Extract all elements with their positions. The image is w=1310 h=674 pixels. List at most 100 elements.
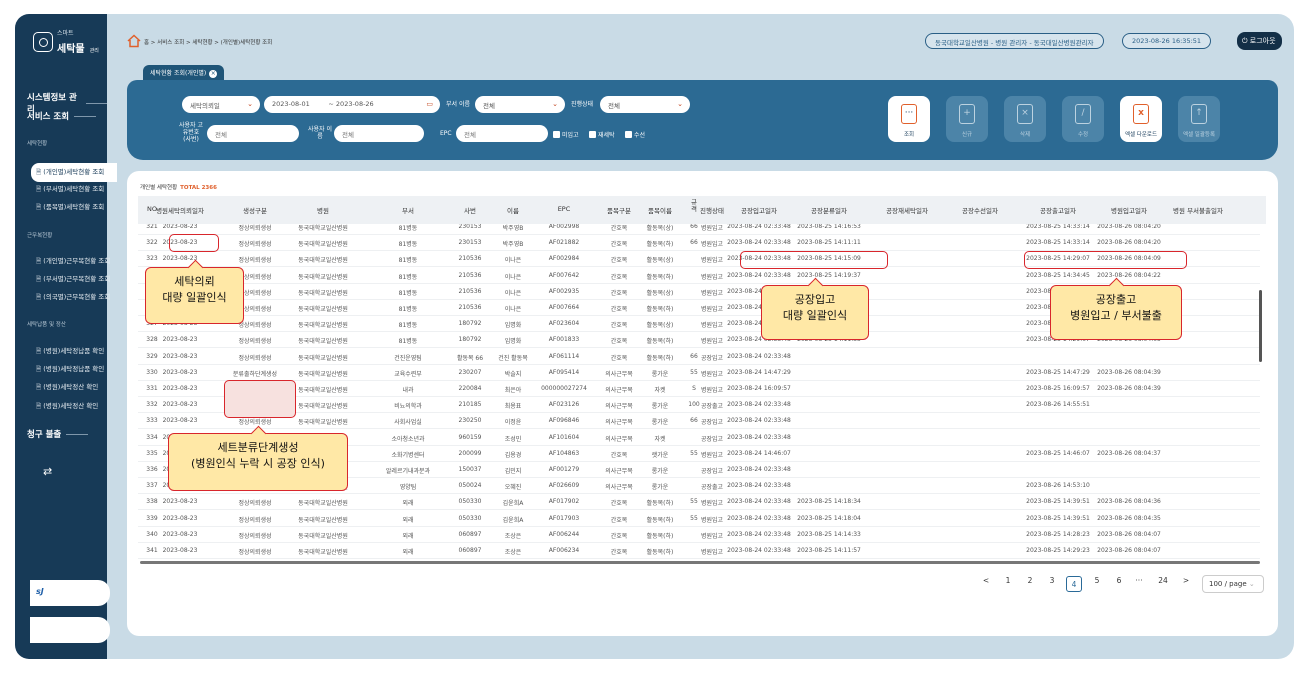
page-6[interactable]: 6 <box>1111 576 1127 585</box>
prev-page-button[interactable]: < <box>978 576 994 585</box>
column-header[interactable]: 공장재세탁일자 <box>870 205 944 215</box>
column-header[interactable]: 공장입고일자 <box>722 205 796 215</box>
table-cell: 간호복 <box>610 451 628 459</box>
search-button[interactable]: 조회 <box>888 96 930 142</box>
table-cell: 분류출하단계생성 <box>232 370 278 378</box>
column-header[interactable]: 공장수선일자 <box>943 205 1017 215</box>
table-row[interactable]: 340 2023-08-23 정상의뢰생성 동국대학교일산병원 외래 060897 조상은 A… <box>138 527 1260 543</box>
dept-select[interactable]: 전체 ⌄ <box>475 96 565 113</box>
table-cell: 정상의뢰생성 <box>238 257 272 265</box>
column-header[interactable]: 품목이름 <box>640 205 680 215</box>
page-3[interactable]: 3 <box>1044 576 1060 585</box>
table-row[interactable]: 322 2023-08-23 정상의뢰생성 동국대학교일산병원 81병동 230153 박주… <box>138 235 1260 252</box>
user-id-input[interactable]: 전체 <box>207 125 299 142</box>
table-cell: 활동복(하) <box>646 549 674 556</box>
column-header[interactable]: EPC <box>536 205 592 213</box>
swap-icon[interactable]: ⇄ <box>43 465 52 478</box>
table-cell: 2023-08-24 02:33:48 <box>727 514 791 522</box>
table-cell: 2023-08-25 14:46:07 <box>1026 449 1090 457</box>
page-last[interactable]: 24 <box>1155 576 1171 585</box>
table-cell: 2023-08-25 14:11:11 <box>797 239 861 247</box>
app-logo[interactable]: 스마트 세탁물 관리 <box>33 28 99 56</box>
table-cell: 2023-08-25 14:39:51 <box>1026 514 1090 522</box>
column-header[interactable]: 품목구분 <box>599 205 639 215</box>
sidebar-item-personal-uniform[interactable]: 🗎 (개인별)근무복현황 조회 <box>36 255 110 268</box>
sidebar-item-settle-1[interactable]: 🗎 (병원)세탁정납품 확인 <box>36 345 104 358</box>
sidebar-item-item-laundry[interactable]: 🗎 (품목별)세탁현황 조회 <box>36 201 104 214</box>
new-button[interactable]: 신규 <box>946 96 988 142</box>
sidebar-item-office-uniform[interactable]: 🗎 (의국별)근무복현황 조회 <box>36 291 110 304</box>
table-row[interactable]: 339 2023-08-23 정상의뢰생성 동국대학교일산병원 외래 050330 김윤희A… <box>138 511 1260 527</box>
column-header[interactable]: 병원세탁의뢰일자 <box>150 205 210 215</box>
column-header[interactable]: 생성구분 <box>220 205 290 215</box>
sidebar-item-settle-3[interactable]: 🗎 (병원)세탁정산 확인 <box>36 381 98 394</box>
date-type-select[interactable]: 세탁의뢰일 ⌄ <box>182 96 260 113</box>
menu-service[interactable]: 서비스 조회 <box>27 110 97 122</box>
horizontal-scrollbar[interactable] <box>140 561 1260 564</box>
column-header[interactable]: 사번 <box>450 205 490 215</box>
sidebar-item-settle-4[interactable]: 🗎 (병원)세탁정산 확인 <box>36 400 98 413</box>
column-header[interactable]: 병원 <box>281 205 366 215</box>
excel-download-button[interactable]: 엑셀 다운로드 <box>1120 96 1162 142</box>
table-row[interactable]: 321 2023-08-23 정상의뢰생성 동국대학교일산병원 81병동 230153 박주… <box>138 224 1260 235</box>
tab-personal-laundry[interactable]: 세탁현황 조회(개인별) × <box>143 65 225 80</box>
table-cell: 180792 <box>458 336 482 344</box>
page-size-select[interactable]: 100 / page ⌄ <box>1202 575 1264 593</box>
column-header[interactable]: 부서 <box>373 205 443 215</box>
column-header[interactable]: 공장분류일자 <box>792 205 866 215</box>
table-cell: 2023-08-25 14:18:04 <box>797 514 861 522</box>
home-icon[interactable] <box>127 34 141 48</box>
table-row[interactable]: 330 2023-08-23 분류출하단계생성 동국대학교일산병원 교육수련부 23020… <box>138 365 1260 381</box>
close-icon[interactable]: × <box>209 70 218 78</box>
table-cell: 의사근무복 <box>605 370 633 378</box>
table-cell: 동국대학교일산병원 <box>298 257 348 265</box>
table-cell: 동국대학교일산병원 <box>298 354 348 362</box>
logout-button[interactable]: ⏻ 로그아웃 <box>1237 32 1282 50</box>
sidebar-item-personal-laundry[interactable]: 🗎 (개인별)세탁현황 조회 <box>31 163 117 182</box>
table-cell: 활동복(하) <box>646 306 674 313</box>
checkbox-not-received[interactable]: 미입고 <box>553 130 579 139</box>
table-row[interactable]: 329 2023-08-23 정상의뢰생성 동국대학교일산병원 건진운영팀 활동복 66 건… <box>138 349 1260 365</box>
column-header[interactable]: 병원입고일자 <box>1092 205 1166 215</box>
table-cell: 간호복 <box>610 225 628 232</box>
epc-input[interactable]: 전체 <box>456 125 548 142</box>
column-header[interactable]: 공장출고일자 <box>1021 205 1095 215</box>
table-row[interactable]: 3242023-08-23정상의뢰생성동국대학교일산병원81병동210536이나… <box>138 268 1260 284</box>
table-cell: AF021882 <box>548 239 580 247</box>
delete-button[interactable]: 삭제 <box>1004 96 1046 142</box>
table-cell: 2023-08-25 14:18:34 <box>797 498 861 506</box>
next-page-button[interactable]: > <box>1178 576 1194 585</box>
status-select[interactable]: 전체 ⌄ <box>600 96 690 113</box>
table-row[interactable]: 3322023-08-23정상의뢰생성동국대학교일산병원비뇨의학과210185최… <box>138 397 1260 414</box>
table-row[interactable]: 333 2023-08-23 정상의뢰생성 동국대학교일산병원 사회사업실 230250 이… <box>138 413 1260 430</box>
page-ellipsis[interactable]: ··· <box>1131 576 1147 585</box>
sidebar-item-dept-laundry[interactable]: 🗎 (부서별)세탁현황 조회 <box>36 183 104 196</box>
table-row[interactable]: 338 2023-08-23 정상의뢰생성 동국대학교일산병원 외래 050330 김윤희A… <box>138 494 1260 511</box>
sidebar-item-settle-2[interactable]: 🗎 (병원)세탁정납품 확인 <box>36 363 104 376</box>
menu-service-label: 서비스 조회 <box>27 112 70 122</box>
sidebar-item-dept-uniform[interactable]: 🗎 (부서별)근무복현황 조회 <box>36 273 110 286</box>
table-cell: AF002935 <box>548 287 580 295</box>
page-1[interactable]: 1 <box>1000 576 1016 585</box>
table-cell: 2023-08-25 16:09:57 <box>1026 385 1090 392</box>
table-row[interactable]: 3312023-08-23분류출하단계생성동국대학교일산병원내과220084최은… <box>138 381 1260 397</box>
column-header[interactable]: 병원 부서불출일자 <box>1160 205 1236 215</box>
excel-upload-button[interactable]: 엑셀 일괄등록 <box>1178 96 1220 142</box>
page-2[interactable]: 2 <box>1022 576 1038 585</box>
vertical-scrollbar[interactable] <box>1259 290 1262 362</box>
edit-button[interactable]: 수정 <box>1062 96 1104 142</box>
logo-tiny-text: 관리 <box>89 48 99 54</box>
table-cell: 2023-08-23 <box>162 417 198 425</box>
column-header[interactable]: 이름 <box>493 205 533 215</box>
page-5[interactable]: 5 <box>1089 576 1105 585</box>
table-cell: 2023-08-23 <box>162 514 198 522</box>
table-row[interactable]: 341 2023-08-23 정상의뢰생성 동국대학교일산병원 외래 060897 조상은 A… <box>138 543 1260 559</box>
checkbox-repair[interactable]: 수선 <box>625 130 645 139</box>
checkbox-rewash[interactable]: 재세탁 <box>589 130 615 139</box>
date-range-input[interactable]: 2023-08-01 ~ 2023-08-26 ▭ <box>264 96 440 113</box>
table-cell: 외래 <box>402 500 414 508</box>
menu-billing[interactable]: 청구 불출 <box>27 428 89 440</box>
page-4[interactable]: 4 <box>1066 576 1082 592</box>
table-cell: 동국대학교일산병원 <box>298 549 348 556</box>
user-name-input[interactable]: 전체 <box>334 125 424 142</box>
